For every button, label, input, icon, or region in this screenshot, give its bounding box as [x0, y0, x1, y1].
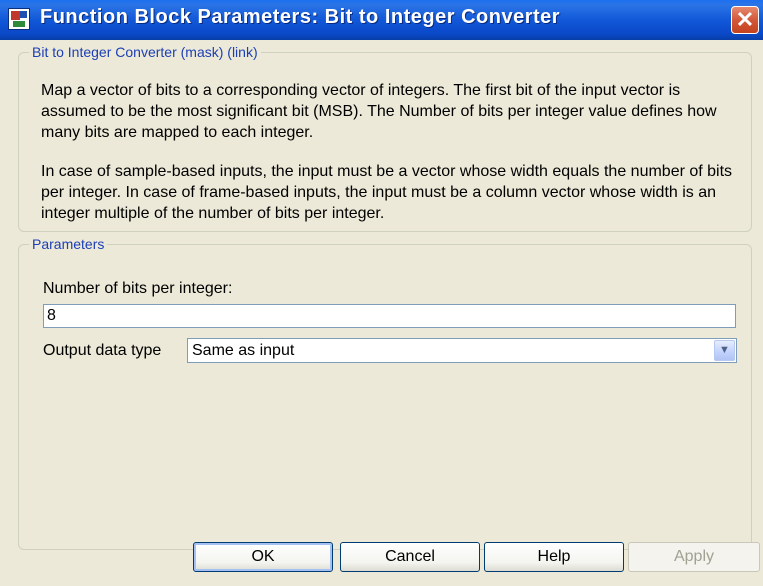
description-group: Bit to Integer Converter (mask) (link) M… — [18, 44, 752, 232]
output-data-type-select[interactable]: Same as input ▼ — [187, 338, 737, 363]
ok-button[interactable]: OK — [193, 542, 333, 572]
parameters-group: Parameters Number of bits per integer: 8… — [18, 236, 752, 550]
description-paragraph-1: Map a vector of bits to a corresponding … — [41, 82, 717, 141]
output-data-type-value: Same as input — [192, 342, 295, 359]
apply-button[interactable]: Apply — [628, 542, 760, 572]
block-description: Map a vector of bits to a corresponding … — [41, 80, 741, 242]
bits-per-integer-input[interactable]: 8 — [43, 304, 736, 328]
function-block-parameters-dialog: Function Block Parameters: Bit to Intege… — [0, 0, 763, 586]
close-button[interactable]: ✕ — [731, 6, 759, 34]
output-data-type-label: Output data type — [43, 342, 162, 359]
simulink-block-icon — [8, 8, 30, 30]
title-bar[interactable]: Function Block Parameters: Bit to Intege… — [0, 0, 763, 40]
description-group-legend: Bit to Integer Converter (mask) (link) — [32, 44, 258, 60]
window-title: Function Block Parameters: Bit to Intege… — [40, 6, 561, 28]
chevron-down-icon[interactable]: ▼ — [714, 340, 735, 361]
description-paragraph-2: In case of sample-based inputs, the inpu… — [41, 163, 733, 222]
help-button[interactable]: Help — [484, 542, 624, 572]
parameters-group-legend: Parameters — [32, 236, 105, 252]
cancel-button[interactable]: Cancel — [340, 542, 480, 572]
bits-per-integer-label: Number of bits per integer: — [43, 280, 233, 297]
